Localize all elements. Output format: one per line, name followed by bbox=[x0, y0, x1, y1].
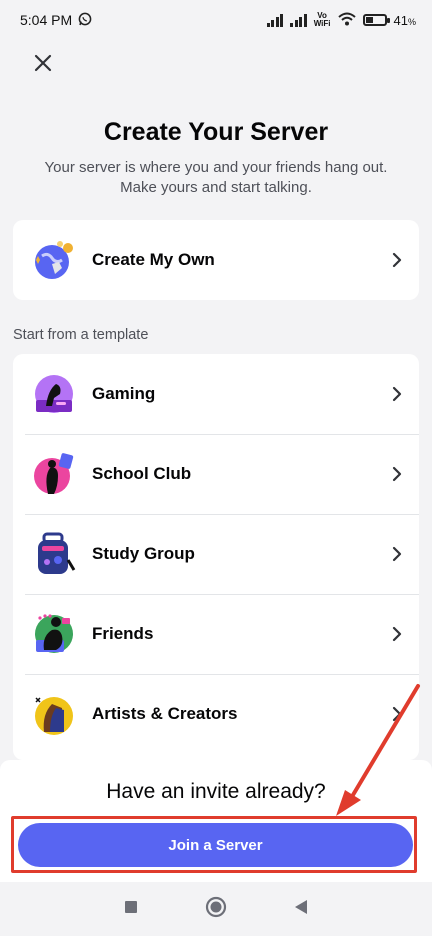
system-nav-bar bbox=[0, 882, 432, 936]
template-friends[interactable]: Friends bbox=[13, 594, 419, 674]
battery-number: 41 bbox=[393, 12, 408, 28]
status-bar: 5:04 PM Vo WiFi 41% bbox=[0, 0, 432, 40]
signal-icon bbox=[266, 13, 284, 27]
template-label: Study Group bbox=[92, 544, 195, 563]
globe-sparkle-icon bbox=[35, 241, 73, 279]
join-server-button[interactable]: Join a Server bbox=[18, 823, 413, 867]
page-subtitle: Your server is where you and your friend… bbox=[30, 158, 402, 198]
vowifi-badge: Vo WiFi bbox=[314, 12, 331, 28]
artists-icon bbox=[35, 697, 73, 735]
template-label: School Club bbox=[92, 464, 192, 483]
create-my-own-label: Create My Own bbox=[92, 250, 215, 269]
gaming-icon bbox=[35, 375, 73, 413]
status-right: Vo WiFi 41% bbox=[266, 12, 416, 29]
template-list: Gaming School Club Study Group Friends A… bbox=[13, 354, 419, 760]
chevron-right-icon bbox=[392, 252, 402, 268]
page-title: Create Your Server bbox=[103, 118, 329, 146]
chevron-right-icon bbox=[392, 386, 402, 402]
close-button[interactable] bbox=[26, 46, 60, 80]
square-icon bbox=[124, 900, 137, 913]
circle-icon bbox=[205, 896, 227, 917]
create-my-own-option[interactable]: Create My Own bbox=[13, 220, 419, 300]
subtitle-line-1: Your server is where you and your friend… bbox=[44, 159, 388, 176]
back-triangle-icon bbox=[295, 899, 308, 914]
friends-icon bbox=[35, 614, 73, 653]
chevron-right-icon bbox=[392, 546, 402, 562]
battery-symbol: % bbox=[407, 16, 416, 27]
template-gaming[interactable]: Gaming bbox=[13, 354, 419, 434]
battery-percent: 41% bbox=[394, 13, 416, 28]
template-label: Artists & Creators bbox=[92, 704, 238, 723]
template-section-label: Start from a template bbox=[13, 327, 149, 343]
invite-title: Have an invite already? bbox=[106, 780, 326, 803]
template-artists-creators[interactable]: Artists & Creators bbox=[13, 674, 419, 754]
template-study-group[interactable]: Study Group bbox=[13, 514, 419, 594]
wifi-label: WiFi bbox=[313, 19, 331, 28]
template-school-club[interactable]: School Club bbox=[13, 434, 419, 514]
back-button[interactable] bbox=[294, 899, 308, 920]
home-button[interactable] bbox=[205, 896, 227, 923]
study-group-icon bbox=[38, 532, 76, 574]
create-own-card: Create My Own bbox=[13, 220, 419, 300]
wifi-icon bbox=[337, 12, 356, 29]
chevron-right-icon bbox=[392, 466, 402, 482]
signal-icon-2 bbox=[290, 13, 307, 27]
recent-apps-button[interactable] bbox=[124, 900, 138, 919]
status-left: 5:04 PM bbox=[20, 12, 92, 29]
close-icon bbox=[34, 54, 52, 72]
whatsapp-icon bbox=[78, 12, 92, 29]
status-time: 5:04 PM bbox=[20, 12, 73, 28]
chevron-right-icon bbox=[392, 706, 402, 722]
battery-icon bbox=[362, 14, 390, 26]
template-label: Gaming bbox=[92, 384, 156, 403]
subtitle-line-2: Make yours and start talking. bbox=[120, 179, 312, 196]
chevron-right-icon bbox=[392, 626, 402, 642]
battery-level bbox=[365, 17, 373, 23]
school-club-icon bbox=[34, 453, 74, 494]
template-label: Friends bbox=[92, 624, 154, 643]
